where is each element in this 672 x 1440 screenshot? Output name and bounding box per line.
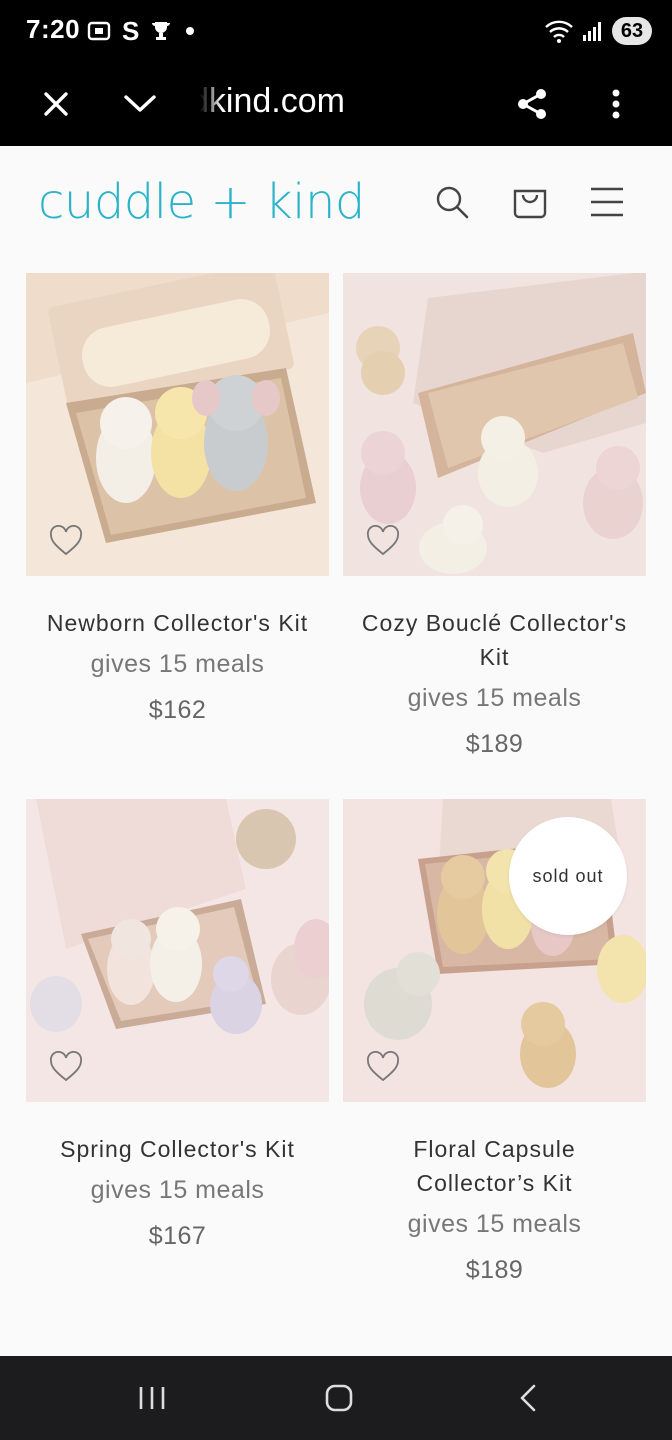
cart-icon [513, 189, 547, 219]
back-button[interactable] [500, 1376, 556, 1420]
product-title[interactable]: Cozy Bouclé Collector's Kit [343, 606, 646, 674]
product-price: $167 [148, 1222, 207, 1250]
wifi-icon [545, 20, 573, 43]
back-icon [520, 1384, 536, 1412]
share-icon [518, 89, 546, 119]
expand-toolbar-button[interactable] [112, 76, 168, 132]
product-image[interactable] [26, 799, 329, 1102]
product-image[interactable] [343, 273, 646, 576]
product-card[interactable]: Cozy Bouclé Collector's Kit gives 15 mea… [343, 273, 646, 762]
battery-level: 63 [620, 19, 644, 42]
product-title[interactable]: Newborn Collector's Kit [26, 606, 329, 640]
heart-icon[interactable] [48, 1051, 84, 1083]
s-app-icon: S [122, 15, 140, 46]
product-card[interactable]: Newborn Collector's Kit gives 15 meals $… [26, 273, 329, 728]
site-logo[interactable]: cuddle + kind [38, 174, 365, 230]
menu-icon [591, 187, 623, 217]
battery-icon: 63 [612, 17, 652, 45]
share-button[interactable] [504, 76, 560, 132]
close-tab-button[interactable] [28, 76, 84, 132]
product-meals: gives 15 meals [90, 650, 265, 678]
browser-toolbar: cuddleandkind.com [0, 62, 672, 146]
product-card[interactable]: Spring Collector's Kit gives 15 meals $1… [26, 799, 329, 1254]
status-bar: 7:20 S 63 [0, 0, 672, 62]
heart-icon[interactable] [48, 525, 84, 557]
search-button[interactable] [430, 180, 474, 224]
close-icon [44, 92, 68, 116]
recent-apps-icon [139, 1387, 165, 1409]
product-price: $189 [465, 730, 524, 758]
site-header: cuddle + kind [0, 146, 672, 258]
signal-icon [583, 22, 601, 41]
status-icons-left: S [86, 16, 197, 46]
url-field[interactable]: cuddleandkind.com [200, 82, 440, 121]
screenshot-icon [87, 21, 111, 41]
web-page: cuddle + kind Newborn Collector's Kit gi… [0, 146, 672, 1356]
product-meals: gives 15 meals [407, 1210, 582, 1238]
product-meals: gives 15 meals [90, 1176, 265, 1204]
product-price: $189 [465, 1256, 524, 1284]
home-button[interactable] [311, 1376, 367, 1420]
more-vert-icon [612, 89, 620, 119]
product-title[interactable]: Floral Capsule Collector’s Kit [343, 1132, 646, 1200]
url-text: cuddleandkind.com [200, 82, 345, 120]
product-price: $162 [148, 696, 207, 724]
system-nav-bar [0, 1356, 672, 1440]
home-icon [325, 1384, 353, 1412]
heart-icon[interactable] [365, 525, 401, 557]
cart-button[interactable] [508, 180, 552, 224]
heart-icon[interactable] [365, 1051, 401, 1083]
sold-out-badge: sold out [509, 817, 627, 935]
status-time: 7:20 [26, 14, 81, 44]
product-image[interactable] [26, 273, 329, 576]
product-title[interactable]: Spring Collector's Kit [26, 1132, 329, 1166]
product-card[interactable]: sold out Floral Capsule Collector’s Kit … [343, 799, 646, 1288]
search-icon [436, 186, 469, 219]
dot-icon [186, 27, 195, 35]
chevron-down-icon [124, 95, 156, 112]
product-meals: gives 15 meals [407, 684, 582, 712]
menu-button[interactable] [585, 180, 629, 224]
status-icons-right: 63 [544, 16, 652, 46]
trophy-icon [152, 22, 171, 40]
more-options-button[interactable] [588, 76, 644, 132]
recent-apps-button[interactable] [124, 1376, 180, 1420]
product-image[interactable]: sold out [343, 799, 646, 1102]
